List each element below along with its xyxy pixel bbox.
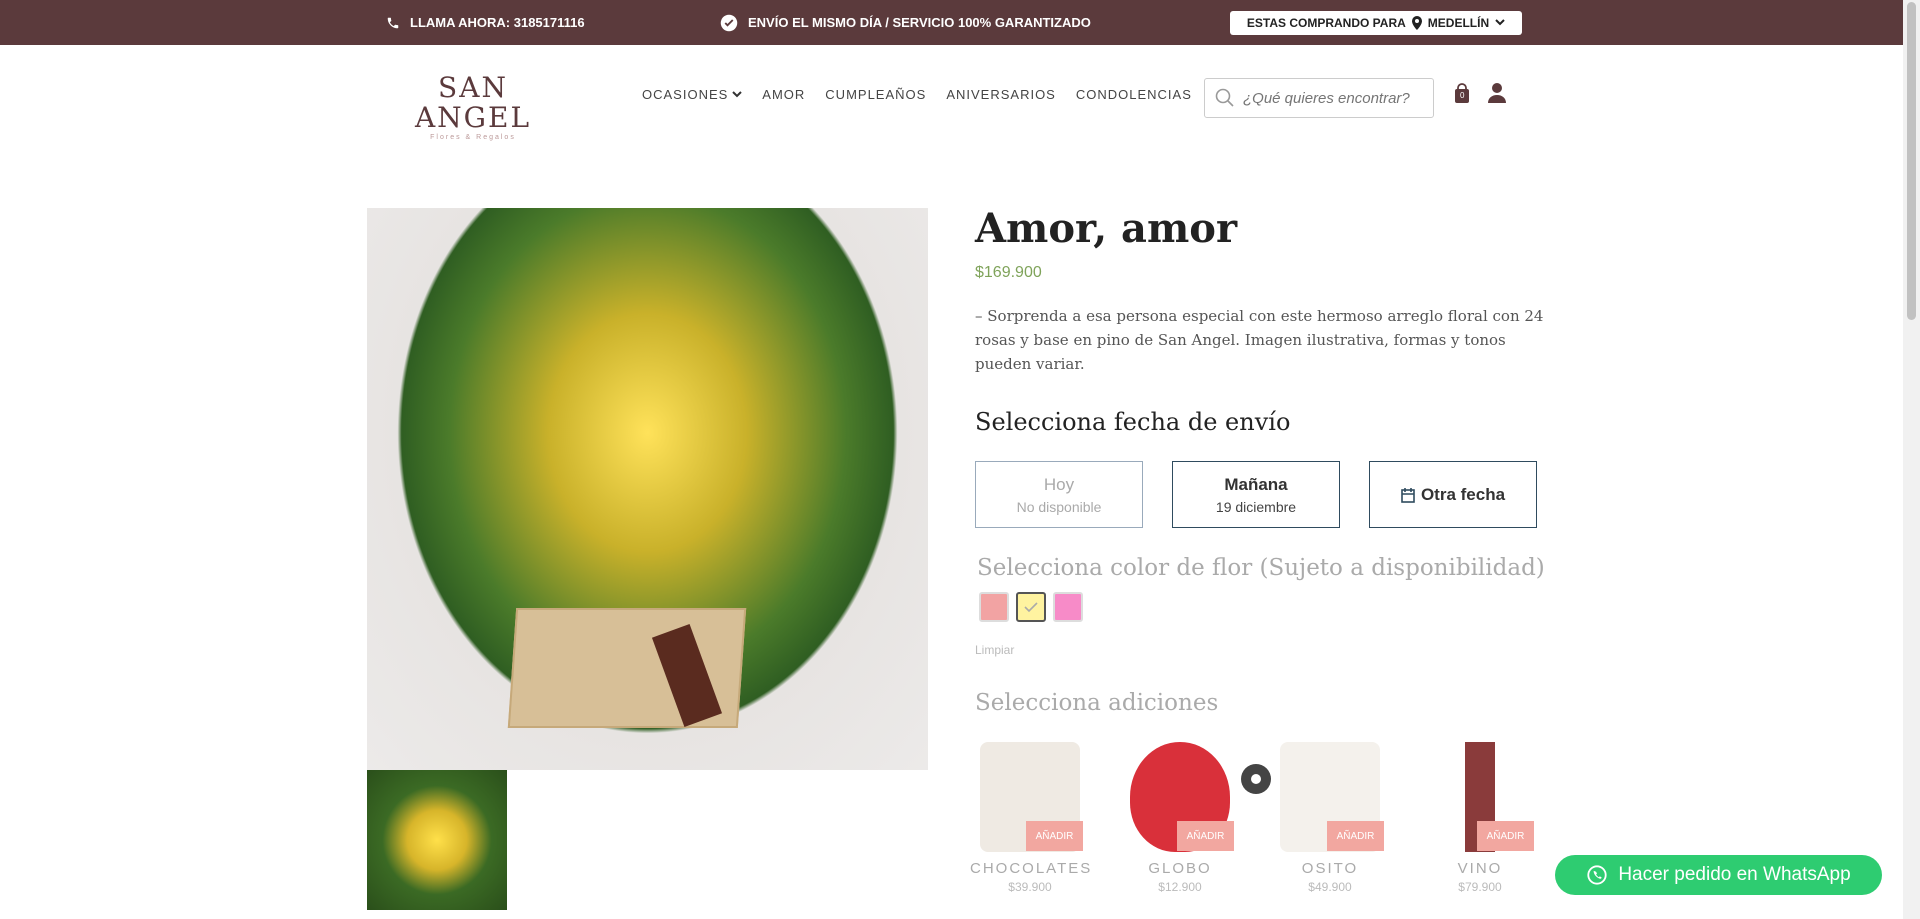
date-option-label: Mañana xyxy=(1224,474,1288,494)
top-bar: LLAMA AHORA: 3185171116 ENVÍO EL MISMO D… xyxy=(0,0,1903,45)
nav-item-amor[interactable]: AMOR xyxy=(762,87,805,102)
main-nav: OCASIONES AMOR CUMPLEAÑOS ANIVERSARIOS C… xyxy=(642,87,1192,102)
shipping-notice: ENVÍO EL MISMO DÍA / SERVICIO 100% GARAN… xyxy=(720,0,1091,45)
check-icon xyxy=(1024,602,1038,613)
map-pin-icon xyxy=(1411,16,1422,30)
cart-count: 0 xyxy=(1460,91,1465,100)
product-price: $169.900 xyxy=(975,264,1042,281)
logo-sub: Flores & Regalos xyxy=(430,134,516,141)
date-option-label: Otra fecha xyxy=(1420,484,1506,504)
color-swatch-yellow[interactable] xyxy=(1016,592,1046,622)
addon-price: $79.900 xyxy=(1458,880,1502,894)
whatsapp-icon xyxy=(1587,865,1607,885)
addon-osito: AÑADIR OSITO $49.900 xyxy=(1270,742,1390,894)
chevron-down-icon xyxy=(732,90,743,97)
date-option-sub: 19 diciembre xyxy=(1215,498,1297,515)
product-title: Amor, amor xyxy=(975,205,1238,252)
scrollbar-thumb[interactable] xyxy=(1907,2,1916,320)
call-text: LLAMA AHORA: 3185171116 xyxy=(410,15,585,30)
logo[interactable]: SAN ANGEL Flores & Regalos xyxy=(388,73,558,143)
date-option-today[interactable]: Hoy No disponible xyxy=(975,461,1143,528)
floating-toggle-button[interactable] xyxy=(1241,764,1271,794)
addon-name: OSITO xyxy=(1301,860,1359,877)
search-icon xyxy=(1215,88,1234,107)
product-main-image[interactable] xyxy=(367,208,928,770)
city-name: MEDELLÍN xyxy=(1427,16,1490,30)
search-box[interactable] xyxy=(1204,78,1434,118)
search-input[interactable] xyxy=(1243,89,1423,107)
addon-chocolates: AÑADIR CHOCOLATES $39.900 xyxy=(970,742,1090,894)
nav-item-aniversarios[interactable]: ANIVERSARIOS xyxy=(946,87,1056,102)
add-button[interactable]: AÑADIR xyxy=(1477,821,1534,851)
addon-price: $12.900 xyxy=(1158,880,1202,894)
flower-color-heading: Selecciona color de flor (Sujeto a dispo… xyxy=(977,555,1545,581)
color-swatch-magenta[interactable] xyxy=(1053,592,1083,622)
product-description: – Sorprenda a esa persona especial con e… xyxy=(975,307,1544,373)
nav-label: OCASIONES xyxy=(642,87,729,102)
call-now[interactable]: LLAMA AHORA: 3185171116 xyxy=(386,0,585,45)
color-swatch-pink[interactable] xyxy=(979,592,1009,622)
nav-item-condolencias[interactable]: CONDOLENCIAS xyxy=(1076,87,1192,102)
addon-vino: AÑADIR VINO $79.900 xyxy=(1420,742,1540,894)
date-option-sub: No disponible xyxy=(1016,498,1102,515)
addon-name: GLOBO xyxy=(1148,860,1212,877)
add-button[interactable]: AÑADIR xyxy=(1327,821,1384,851)
addon-name: CHOCOLATES xyxy=(970,860,1093,877)
shipping-text: ENVÍO EL MISMO DÍA / SERVICIO 100% GARAN… xyxy=(748,15,1091,30)
date-option-tomorrow[interactable]: Mañana 19 diciembre xyxy=(1172,461,1340,528)
addon-globo: AÑADIR GLOBO $12.900 xyxy=(1120,742,1240,894)
cart-icon[interactable]: 0 xyxy=(1453,83,1471,110)
city-selector[interactable]: ESTAS COMPRANDO PARA MEDELLÍN xyxy=(1230,11,1522,35)
buying-for-label: ESTAS COMPRANDO PARA xyxy=(1246,16,1406,30)
user-icon[interactable] xyxy=(1488,83,1506,108)
chevron-down-icon xyxy=(1495,19,1505,26)
date-option-label: Hoy xyxy=(1043,474,1075,494)
dot-icon xyxy=(1251,774,1261,784)
product-thumbnail[interactable] xyxy=(367,770,507,910)
page-scrollbar[interactable] xyxy=(1903,0,1920,919)
addons-heading: Selecciona adiciones xyxy=(975,690,1219,716)
nav-item-cumpleanos[interactable]: CUMPLEAÑOS xyxy=(825,87,926,102)
logo-main: SAN ANGEL xyxy=(414,71,532,134)
date-option-other[interactable]: Otra fecha xyxy=(1369,461,1537,528)
site-header: SAN ANGEL Flores & Regalos OCASIONES AMO… xyxy=(0,45,1903,145)
phone-icon xyxy=(387,17,399,28)
whatsapp-label: Hacer pedido en WhatsApp xyxy=(1618,864,1851,885)
shipping-date-heading: Selecciona fecha de envío xyxy=(975,408,1291,436)
addon-name: VINO xyxy=(1457,860,1503,877)
clear-selection-link[interactable]: Limpiar xyxy=(975,643,1014,657)
whatsapp-order-button[interactable]: Hacer pedido en WhatsApp xyxy=(1555,855,1882,895)
check-circle-icon xyxy=(720,14,738,31)
addon-price: $39.900 xyxy=(1008,880,1052,894)
add-button[interactable]: AÑADIR xyxy=(1026,821,1083,851)
addon-price: $49.900 xyxy=(1308,880,1352,894)
add-button[interactable]: AÑADIR xyxy=(1177,821,1234,851)
calendar-icon xyxy=(1401,487,1415,503)
nav-item-ocasiones[interactable]: OCASIONES xyxy=(642,87,743,102)
